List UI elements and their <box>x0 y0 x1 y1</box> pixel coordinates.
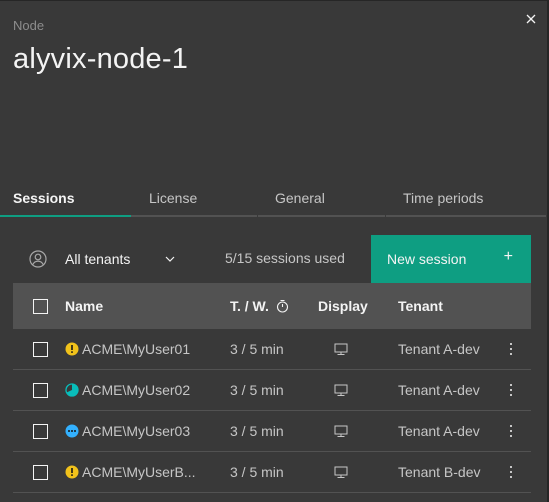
overflow-menu-button[interactable] <box>505 370 517 410</box>
column-header-name[interactable]: Name <box>65 283 103 329</box>
monitor-icon <box>334 343 348 355</box>
session-name: ACME\MyUser01 <box>82 341 191 357</box>
sessions-toolbar: All tenants 5/15 sessions used New sessi… <box>13 235 531 283</box>
overflow-menu-button[interactable] <box>505 329 517 369</box>
user-avatar-icon <box>29 250 47 268</box>
pending-icon <box>65 424 79 438</box>
overflow-menu-icon <box>510 425 512 437</box>
tab-list: Sessions License General Time periods <box>0 185 547 217</box>
display-button[interactable] <box>334 411 348 451</box>
close-button[interactable] <box>521 9 541 29</box>
tab-sessions[interactable]: Sessions <box>0 185 131 217</box>
overflow-menu-button[interactable] <box>505 452 517 492</box>
new-session-label: New session <box>387 251 467 267</box>
tenant-filter-dropdown[interactable]: All tenants <box>13 235 181 283</box>
table-row[interactable]: ACME\MyUser01 3 / 5 min Tenant A-dev <box>13 329 531 370</box>
warning-icon <box>65 465 79 479</box>
column-header-display[interactable]: Display <box>318 283 368 329</box>
table-row[interactable]: ACME\MyUser02 3 / 5 min Tenant A-dev <box>13 370 531 411</box>
timer-icon <box>276 299 288 313</box>
session-name: ACME\MyUserB... <box>82 464 196 480</box>
session-tenant: Tenant A-dev <box>398 423 480 439</box>
session-tw: 3 / 5 min <box>230 464 284 480</box>
session-name: ACME\MyUser03 <box>82 423 191 439</box>
row-checkbox[interactable] <box>33 423 48 439</box>
column-header-tw[interactable]: T. / W. <box>230 283 289 329</box>
column-header-tw-label: T. / W. <box>230 298 269 314</box>
chevron-down-icon <box>165 256 175 262</box>
display-button[interactable] <box>334 452 348 492</box>
session-tenant: Tenant B-dev <box>398 464 481 480</box>
close-icon <box>526 14 536 24</box>
row-checkbox[interactable] <box>33 341 48 357</box>
session-tw: 3 / 5 min <box>230 341 284 357</box>
overflow-menu-icon <box>510 384 512 396</box>
monitor-icon <box>334 425 348 437</box>
column-header-tenant[interactable]: Tenant <box>398 283 443 329</box>
node-title: alyvix-node-1 <box>13 43 189 75</box>
tab-license[interactable]: License <box>131 185 258 217</box>
row-checkbox[interactable] <box>33 464 48 480</box>
node-detail-panel: Node alyvix-node-1 Sessions License Gene… <box>0 0 547 502</box>
overflow-menu-button[interactable] <box>505 411 517 451</box>
sessions-table: Name T. / W. Display Tenant ACME\MyUser0… <box>13 283 531 493</box>
monitor-icon <box>334 466 348 478</box>
overflow-menu-icon <box>510 466 512 478</box>
overflow-menu-icon <box>510 343 512 355</box>
session-tenant: Tenant A-dev <box>398 341 480 357</box>
session-name: ACME\MyUser02 <box>82 382 191 398</box>
warning-icon <box>65 342 79 356</box>
node-label: Node <box>13 18 45 33</box>
row-checkbox[interactable] <box>33 382 48 398</box>
add-icon: + <box>503 248 513 265</box>
session-tenant: Tenant A-dev <box>398 382 480 398</box>
tenant-filter-value: All tenants <box>65 251 131 267</box>
table-header-row: Name T. / W. Display Tenant <box>13 283 531 329</box>
tab-time-periods[interactable]: Time periods <box>386 185 547 217</box>
monitor-icon <box>334 384 348 396</box>
select-all-checkbox[interactable] <box>33 298 48 314</box>
table-row[interactable]: ACME\MyUser03 3 / 5 min Tenant A-dev <box>13 411 531 452</box>
display-button[interactable] <box>334 329 348 369</box>
display-button[interactable] <box>334 370 348 410</box>
tab-general[interactable]: General <box>258 185 386 217</box>
new-session-button[interactable]: New session + <box>371 235 531 283</box>
table-row[interactable]: ACME\MyUserB... 3 / 5 min Tenant B-dev <box>13 452 531 493</box>
session-tw: 3 / 5 min <box>230 423 284 439</box>
in-progress-icon <box>65 383 79 397</box>
session-tw: 3 / 5 min <box>230 382 284 398</box>
sessions-used-count: 5/15 sessions used <box>225 250 345 266</box>
